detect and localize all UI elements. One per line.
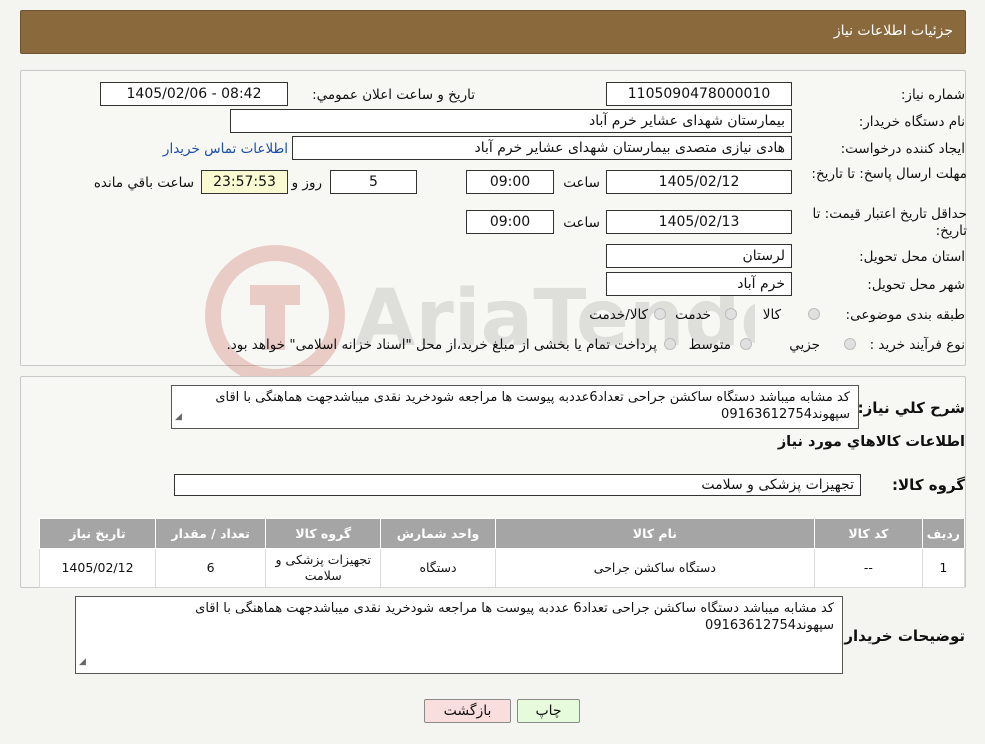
province-field: لرستان [606,244,792,268]
col-index: ردیف [921,518,966,549]
back-button[interactable]: بازگشت [424,699,511,723]
validity-date-field: 1405/02/13 [606,210,792,234]
cell-unit: دستگاه [380,548,496,588]
cell-name: دستگاه ساکشن جراحی [494,548,816,588]
goods-group-label: گروه کالا: [892,476,965,494]
purchase-type-label: نوع فرآیند خرید : [869,337,965,353]
days-label: روز و [291,175,322,191]
description-textarea[interactable]: کد مشابه میباشد دستگاه ساکشن جراحی تعداد… [171,385,859,429]
province-label: استان محل تحویل: [859,249,965,265]
category-option-goods-service: کالا/خدمت [589,307,648,323]
category-label: طبقه بندی موضوعی: [845,307,965,323]
announce-value: 1405/02/06 - 08:42 [126,86,262,102]
cell-date: 1405/02/12 [38,548,157,588]
cell-code: -- [814,548,923,588]
buyer-notes-textarea[interactable]: کد مشابه میباشد دستگاه ساکشن جراحی تعداد… [75,596,843,674]
print-button[interactable]: چاپ [517,699,580,723]
deadline-date-field: 1405/02/12 [606,170,792,194]
announce-label: تاریخ و ساعت اعلان عمومي: [312,87,475,103]
cell-index: 1 [921,548,966,588]
category-option-service: خدمت [675,307,711,323]
page-header: جزئیات اطلاعات نیاز [20,10,966,54]
purchase-radio-minor[interactable] [844,338,856,350]
contact-buyer-link[interactable]: اطلاعات تماس خریدار [163,141,288,157]
city-label: شهر محل تحویل: [867,277,965,293]
purchase-option-medium: متوسط [688,337,731,353]
validity-time-field: 09:00 [466,210,554,234]
buyer-org-field: بیمارستان شهدای عشایر خرم آباد [230,109,792,133]
col-unit: واحد شمارش [380,518,496,549]
remaining-time-field: 23:57:53 [201,170,288,194]
validity-label: حداقل تاریخ اعتبار قیمت: تا تاریخ: [812,206,967,239]
description-label: شرح کلي نیاز: [857,399,965,417]
announce-field: 1405/02/06 - 08:42 [100,82,288,106]
creator-label: ایجاد کننده درخواست: [840,141,965,157]
category-radio-goods[interactable] [808,308,820,320]
col-qty: تعداد / مقدار [155,518,267,549]
resize-grip-icon[interactable]: ◢ [79,654,86,671]
resize-grip-icon[interactable]: ◢ [175,409,182,426]
col-code: کد کالا [814,518,923,549]
city-field: خرم آباد [606,272,792,296]
buyer-notes-label: توضیحات خریدار: [838,627,965,645]
cell-group: تجهیزات پزشکی و سلامت [265,548,382,588]
col-date: تاریخ نیاز [38,518,157,549]
deadline-time-label: ساعت [563,175,600,191]
table-row: 1 -- دستگاه ساکشن جراحی دستگاه تجهیزات پ… [38,548,966,588]
purchase-radio-medium[interactable] [740,338,752,350]
goods-table-header: ردیف کد کالا نام کالا واحد شمارش گروه کا… [38,518,966,549]
category-radio-goods-service[interactable] [654,308,666,320]
creator-field: هادی نیازی متصدی بیمارستان شهدای عشایر خ… [292,136,792,160]
buyer-notes-text: کد مشابه میباشد دستگاه ساکشن جراحی تعداد… [195,601,834,633]
deadline-time-field: 09:00 [466,170,554,194]
page-title: جزئیات اطلاعات نیاز [833,23,953,39]
need-number-label: شماره نیاز: [900,87,965,103]
description-text: کد مشابه میباشد دستگاه ساکشن جراحی تعداد… [215,390,850,422]
purchase-radio-treasury[interactable] [664,338,676,350]
buyer-org-label: نام دستگاه خریدار: [858,114,965,130]
purchase-option-minor: جزيي [789,337,820,353]
col-group: گروه کالا [265,518,382,549]
goods-group-field: تجهیزات پزشکی و سلامت [174,474,861,496]
days-field: 5 [330,170,417,194]
purchase-note: پرداخت تمام یا بخشی از مبلغ خرید،از محل … [226,337,657,353]
col-name: نام کالا [494,518,816,549]
validity-time-label: ساعت [563,215,600,231]
goods-table: ردیف کد کالا نام کالا واحد شمارش گروه کا… [38,518,966,588]
goods-section-title: اطلاعات کالاهاي مورد نیاز [777,434,965,450]
cell-qty: 6 [155,548,267,588]
need-number-field: 1105090478000010 [606,82,792,106]
category-radio-service[interactable] [725,308,737,320]
category-option-goods: کالا [762,307,781,323]
remaining-label: ساعت باقي مانده [93,175,194,191]
deadline-label: مهلت ارسال پاسخ: تا تاریخ: [811,166,967,182]
